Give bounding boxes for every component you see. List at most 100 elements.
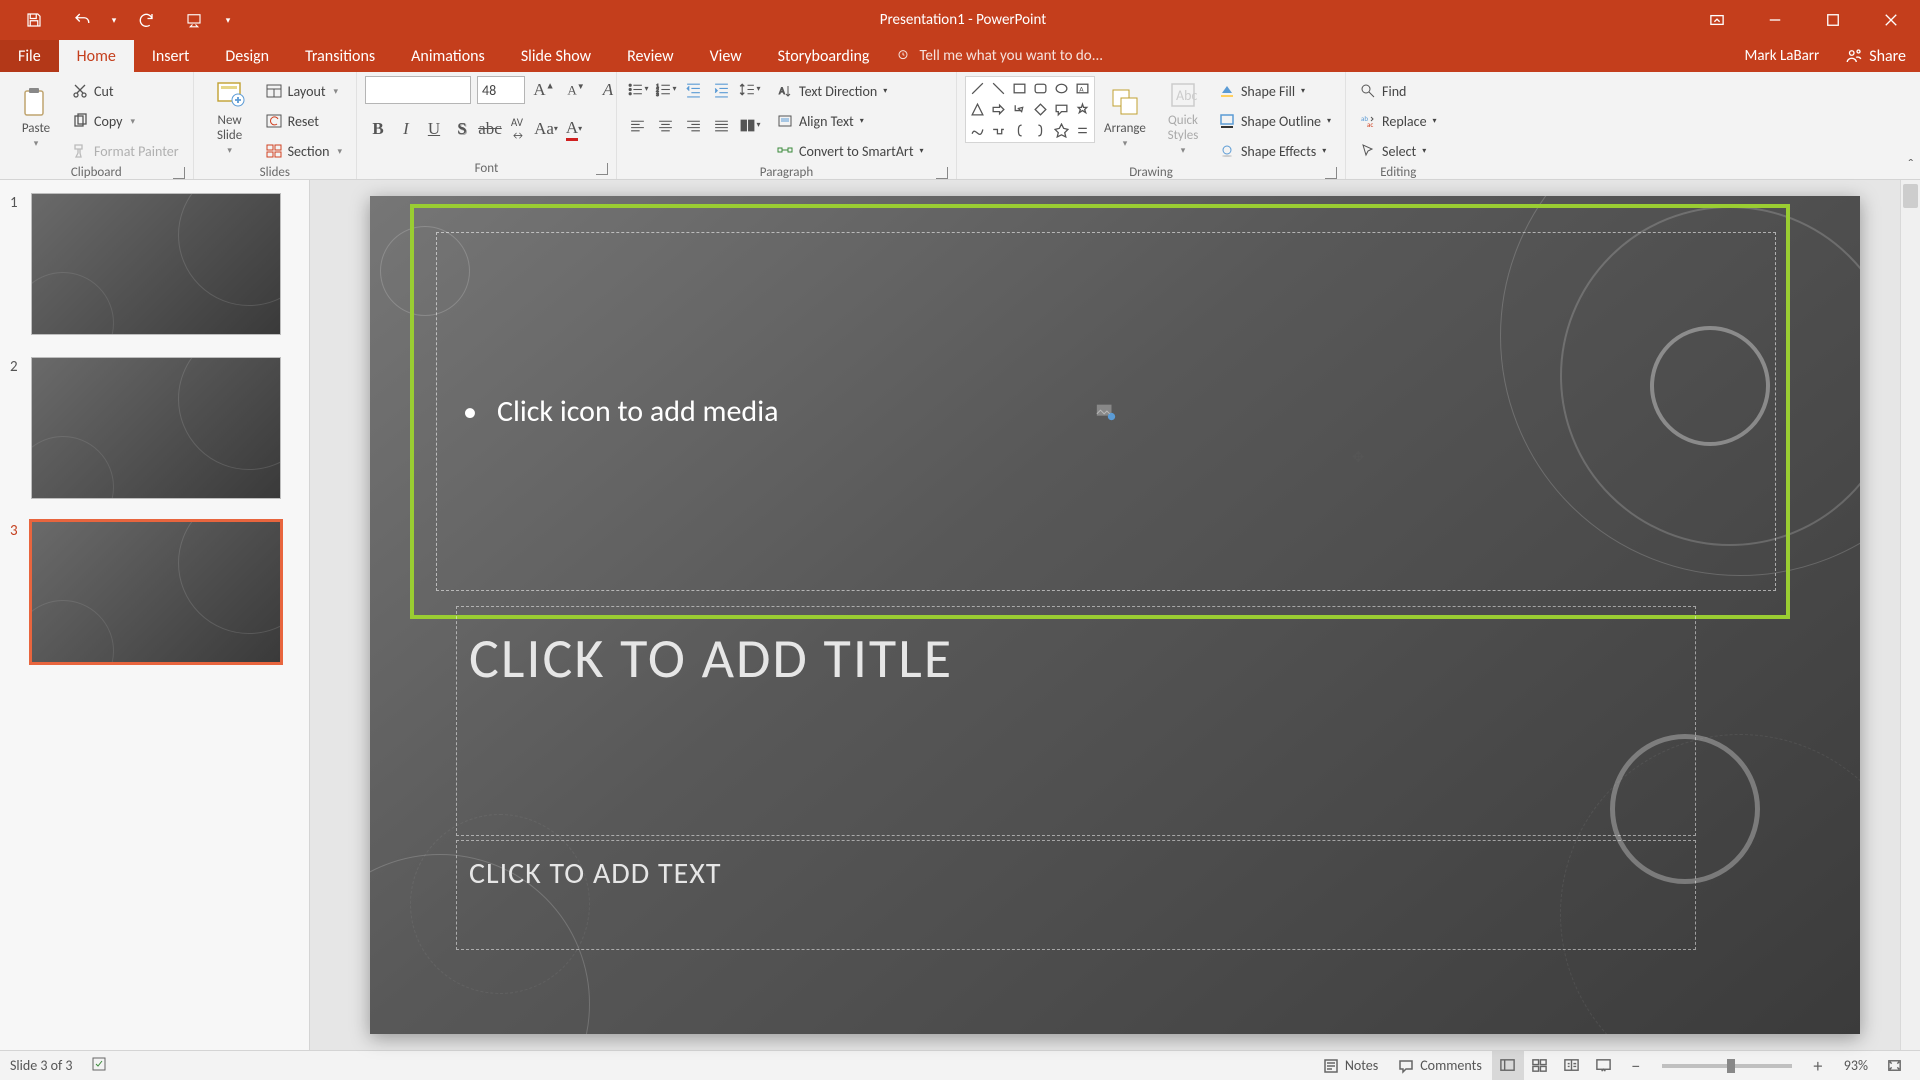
slide-thumbnail-1[interactable] [32,194,280,334]
increase-font-size-button[interactable]: A▲ [531,77,557,103]
window-controls [1688,0,1920,40]
undo-button[interactable] [58,0,106,40]
svg-text:A: A [779,84,785,97]
collapse-ribbon-button[interactable]: ˆ [1908,156,1914,175]
bullets-button[interactable]: ▾ [625,76,651,102]
zoom-in-button[interactable]: + [1802,1051,1834,1080]
zoom-slider[interactable] [1662,1064,1792,1068]
vertical-scrollbar[interactable] [1900,180,1920,1050]
format-painter-button[interactable]: Format Painter [66,138,185,164]
paste-button[interactable]: Paste▾ [8,76,64,158]
text-placeholder[interactable]: CLICK TO ADD TEXT [456,840,1696,950]
insert-media-icon[interactable] [1095,401,1117,423]
save-button[interactable] [10,0,58,40]
shadow-button[interactable]: S [449,116,475,142]
title-placeholder[interactable]: CLICK TO ADD TITLE [456,606,1696,836]
font-color-button[interactable]: A▾ [561,116,587,142]
align-left-button[interactable] [625,112,651,138]
slideshow-view-button[interactable] [1588,1051,1620,1080]
paragraph-dialog-launcher[interactable] [936,167,948,179]
select-button[interactable]: Select▾ [1354,138,1443,164]
zoom-level[interactable]: 93% [1834,1057,1878,1074]
comments-button[interactable]: Comments [1388,1051,1492,1080]
align-center-button[interactable] [653,112,679,138]
media-placeholder[interactable]: •Click icon to add media ✥ [436,232,1776,591]
italic-button[interactable]: I [393,116,419,142]
tab-review[interactable]: Review [609,40,692,72]
start-from-beginning-button[interactable] [170,0,218,40]
text-direction-button[interactable]: AText Direction▾ [771,78,930,104]
minimize-button[interactable] [1746,0,1804,40]
section-button[interactable]: Section▾ [260,138,348,164]
align-text-button[interactable]: Align Text▾ [771,108,930,134]
layout-button[interactable]: Layout▾ [260,78,348,104]
tab-storyboarding[interactable]: Storyboarding [760,40,888,72]
find-button[interactable]: Find [1354,78,1443,104]
maximize-button[interactable] [1804,0,1862,40]
reset-button[interactable]: Reset [260,108,348,134]
customize-qat-dropdown[interactable]: ▾ [218,0,238,40]
notes-button[interactable]: Notes [1313,1051,1388,1080]
font-dialog-launcher[interactable] [596,163,608,175]
tab-insert[interactable]: Insert [134,40,208,72]
fit-to-window-button[interactable] [1878,1051,1910,1080]
shape-fill-button[interactable]: Shape Fill▾ [1213,78,1337,104]
align-right-button[interactable] [681,112,707,138]
undo-dropdown[interactable]: ▾ [106,0,122,40]
cut-button[interactable]: Cut [66,78,185,104]
replace-button[interactable]: abacReplace▾ [1354,108,1443,134]
tab-file[interactable]: File [0,40,59,72]
account-user[interactable]: Mark LaBarr [1745,40,1832,72]
strikethrough-button[interactable]: abc [477,116,503,142]
shape-effects-button[interactable]: Shape Effects▾ [1213,138,1337,164]
increase-indent-button[interactable] [709,76,735,102]
drawing-dialog-launcher[interactable] [1325,167,1337,179]
tab-design[interactable]: Design [207,40,287,72]
slide-sorter-view-button[interactable] [1524,1051,1556,1080]
zoom-out-button[interactable]: − [1620,1051,1652,1080]
new-slide-button[interactable]: New Slide▾ [202,76,258,158]
font-size-input[interactable] [477,76,525,104]
tab-home[interactable]: Home [59,40,134,72]
workspace: 1 2 3 •Click icon to add media [0,180,1920,1050]
redo-button[interactable] [122,0,170,40]
share-button[interactable]: Share [1831,40,1920,72]
character-spacing-button[interactable]: AV↔ [505,116,531,142]
slide-thumbnail-2[interactable] [32,358,280,498]
decrease-indent-button[interactable] [681,76,707,102]
ribbon-display-options-button[interactable] [1688,0,1746,40]
tab-transitions[interactable]: Transitions [287,40,393,72]
underline-button[interactable]: U [421,116,447,142]
bold-button[interactable]: B [365,116,391,142]
tab-view[interactable]: View [692,40,760,72]
tab-slideshow[interactable]: Slide Show [503,40,609,72]
arrange-button[interactable]: Arrange▾ [1097,76,1153,158]
convert-smartart-button[interactable]: Convert to SmartArt▾ [771,138,930,164]
tell-me-search[interactable]: Tell me what you want to do... [895,40,1103,72]
shapes-gallery[interactable]: A [965,76,1095,143]
slide-edit-area[interactable]: •Click icon to add media ✥ CLICK TO ADD … [310,180,1920,1050]
clipboard-dialog-launcher[interactable] [173,167,185,179]
shape-outline-button[interactable]: Shape Outline▾ [1213,108,1337,134]
decrease-font-size-button[interactable]: A▼ [563,77,589,103]
tab-animations[interactable]: Animations [393,40,503,72]
close-button[interactable] [1862,0,1920,40]
copy-button[interactable]: Copy▾ [66,108,185,134]
columns-button[interactable]: ▾ [737,112,763,138]
font-name-input[interactable] [365,76,471,104]
spellcheck-icon[interactable] [91,1055,109,1077]
justify-button[interactable] [709,112,735,138]
slide-canvas[interactable]: •Click icon to add media ✥ CLICK TO ADD … [370,196,1860,1034]
group-paragraph: ▾ 123▾ ▾ ▾ AText Direction▾ Align Text▾ [617,72,957,179]
reading-view-button[interactable] [1556,1051,1588,1080]
numbering-button[interactable]: 123▾ [653,76,679,102]
normal-view-button[interactable] [1492,1051,1524,1080]
quick-styles-button[interactable]: Abc Quick Styles▾ [1155,76,1211,158]
shape-diamond-icon [1031,100,1050,119]
line-spacing-button[interactable]: ▾ [737,76,763,102]
media-placeholder-selection[interactable]: •Click icon to add media ✥ [410,204,1790,619]
slide-thumbnail-3[interactable] [32,522,280,662]
slide-thumbnail-panel[interactable]: 1 2 3 [0,180,310,1050]
shape-oval-icon [1052,79,1071,98]
change-case-button[interactable]: Aa▾ [533,116,559,142]
